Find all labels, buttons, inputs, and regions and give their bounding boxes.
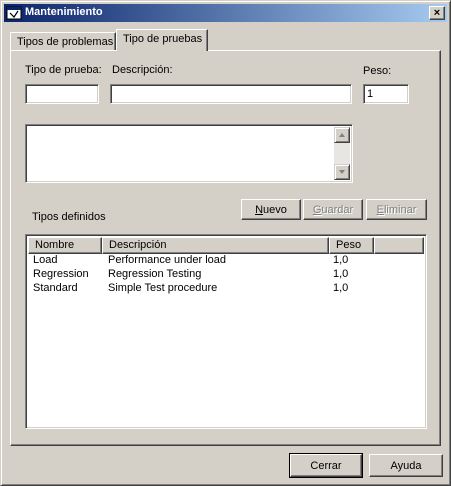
cell-descripcion: Simple Test procedure	[108, 282, 218, 294]
tipo-prueba-input[interactable]	[25, 84, 99, 104]
cell-peso: 1,0	[333, 268, 349, 280]
scroll-down-button[interactable]	[334, 164, 350, 180]
arrow-down-icon	[339, 170, 345, 174]
column-header-nombre[interactable]: Nombre	[28, 237, 102, 254]
nuevo-label-rest: uevo	[263, 203, 287, 216]
tipos-table[interactable]: Nombre Descripción Peso Load Performance…	[25, 234, 427, 429]
tipos-definidos-label: Tipos definidos	[32, 211, 106, 223]
peso-input[interactable]: 1	[363, 84, 409, 104]
guardar-button[interactable]: Guardar	[303, 199, 363, 220]
cell-peso: 1,0	[333, 254, 349, 266]
window-title: Mantenimiento	[25, 6, 103, 18]
title-bar[interactable]: Mantenimiento ×	[4, 4, 447, 22]
app-window-icon	[6, 6, 22, 20]
tipo-prueba-label: Tipo de prueba:	[25, 64, 102, 76]
descripcion-label: Descripción:	[112, 64, 173, 76]
descripcion-input[interactable]	[110, 84, 352, 104]
tab-tipo-de-pruebas[interactable]: Tipo de pruebas	[116, 29, 208, 51]
cerrar-button[interactable]: Cerrar	[289, 453, 363, 478]
cell-descripcion: Regression Testing	[108, 268, 202, 280]
memo-textarea[interactable]	[25, 124, 353, 183]
guardar-label-rest: uardar	[321, 203, 354, 216]
column-header-empty	[374, 237, 424, 254]
tab-label: Tipo de pruebas	[123, 33, 203, 45]
guardar-accel: G	[312, 203, 322, 216]
cell-nombre: Regression	[33, 268, 89, 280]
eliminar-accel: E	[376, 203, 384, 216]
eliminar-button[interactable]: Eliminar	[366, 199, 427, 220]
peso-label: Peso:	[363, 65, 392, 77]
table-row[interactable]: Standard Simple Test procedure 1,0	[28, 282, 424, 296]
column-header-peso[interactable]: Peso	[329, 237, 374, 254]
tab-tipos-de-problemas[interactable]: Tipos de problemas	[10, 32, 116, 50]
ayuda-button[interactable]: Ayuda	[369, 454, 443, 477]
table-row[interactable]: Regression Regression Testing 1,0	[28, 268, 424, 282]
tab-label: Tipos de problemas	[17, 36, 114, 48]
nuevo-button[interactable]: Nuevo	[241, 199, 301, 220]
scroll-up-button[interactable]	[334, 127, 350, 143]
memo-scrollbar[interactable]	[334, 127, 350, 180]
cell-nombre: Standard	[33, 282, 78, 294]
cell-peso: 1,0	[333, 282, 349, 294]
cell-descripcion: Performance under load	[108, 254, 227, 266]
table-row[interactable]: Load Performance under load 1,0	[28, 254, 424, 268]
close-button[interactable]: ×	[429, 6, 445, 20]
arrow-up-icon	[339, 133, 345, 137]
column-header-descripcion[interactable]: Descripción	[102, 237, 329, 254]
cell-nombre: Load	[33, 254, 58, 266]
eliminar-label-rest: liminar	[383, 203, 417, 216]
close-icon: ×	[433, 6, 441, 19]
nuevo-accel: N	[255, 203, 264, 216]
dialog-window: Mantenimiento × Tipos de problemas Tipo …	[0, 0, 451, 486]
